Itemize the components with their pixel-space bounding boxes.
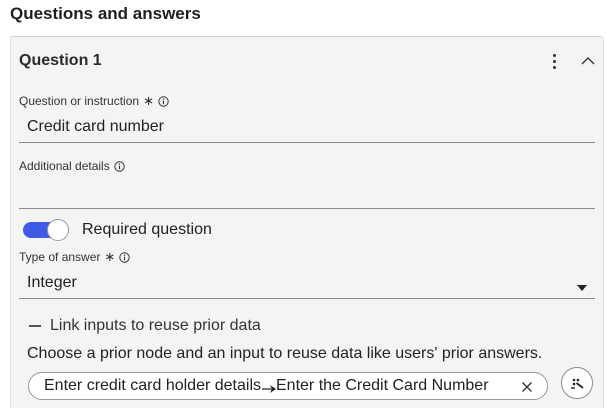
chip-input-label: Enter the Credit Card Number [276, 377, 489, 394]
answer-type-label-group: Type of answer ∗ [19, 249, 130, 265]
questions-panel: Questions and answers Question 1 Questio… [0, 0, 609, 408]
caret-down-icon[interactable] [576, 279, 588, 291]
info-icon[interactable] [119, 251, 130, 263]
link-inputs-label: Link inputs to reuse prior data [50, 317, 261, 334]
question-card: Question 1 Question or instruction ∗ Cre… [10, 37, 604, 408]
toggle-knob [47, 219, 69, 241]
link-inputs-toggle[interactable]: Link inputs to reuse prior data [29, 317, 261, 335]
data-picker-button[interactable] [561, 367, 593, 399]
details-label-group: Additional details [19, 159, 125, 173]
instruction-underline [19, 142, 595, 143]
section-title: Questions and answers [10, 4, 201, 23]
kebab-menu-icon[interactable] [548, 53, 562, 71]
instruction-label: Question or instruction [19, 94, 140, 108]
answer-type-label: Type of answer [19, 250, 101, 264]
instruction-label-group: Question or instruction ∗ [19, 93, 169, 109]
collapse-dash-icon [29, 325, 41, 327]
linked-input-chip[interactable]: Enter credit card holder details Enter t… [28, 372, 548, 400]
arrow-right-icon [262, 381, 276, 393]
instruction-input[interactable]: Credit card number [27, 118, 164, 136]
answer-type-select[interactable]: Integer [27, 274, 77, 292]
required-asterisk-icon: ∗ [104, 249, 116, 264]
info-icon[interactable] [158, 95, 169, 107]
data-picker-icon [571, 378, 584, 389]
required-asterisk-icon: ∗ [143, 93, 154, 108]
info-icon[interactable] [114, 160, 125, 172]
link-inputs-helper: Choose a prior node and an input to reus… [27, 345, 543, 362]
details-label: Additional details [19, 159, 110, 173]
details-underline [19, 208, 595, 209]
required-toggle-label: Required question [82, 221, 212, 238]
chip-node-label: Enter credit card holder details [44, 377, 261, 394]
chevron-up-icon[interactable] [579, 53, 597, 69]
question-title: Question 1 [19, 52, 102, 69]
required-toggle[interactable] [23, 219, 71, 241]
close-icon[interactable] [521, 380, 533, 392]
answer-type-underline [19, 298, 595, 299]
